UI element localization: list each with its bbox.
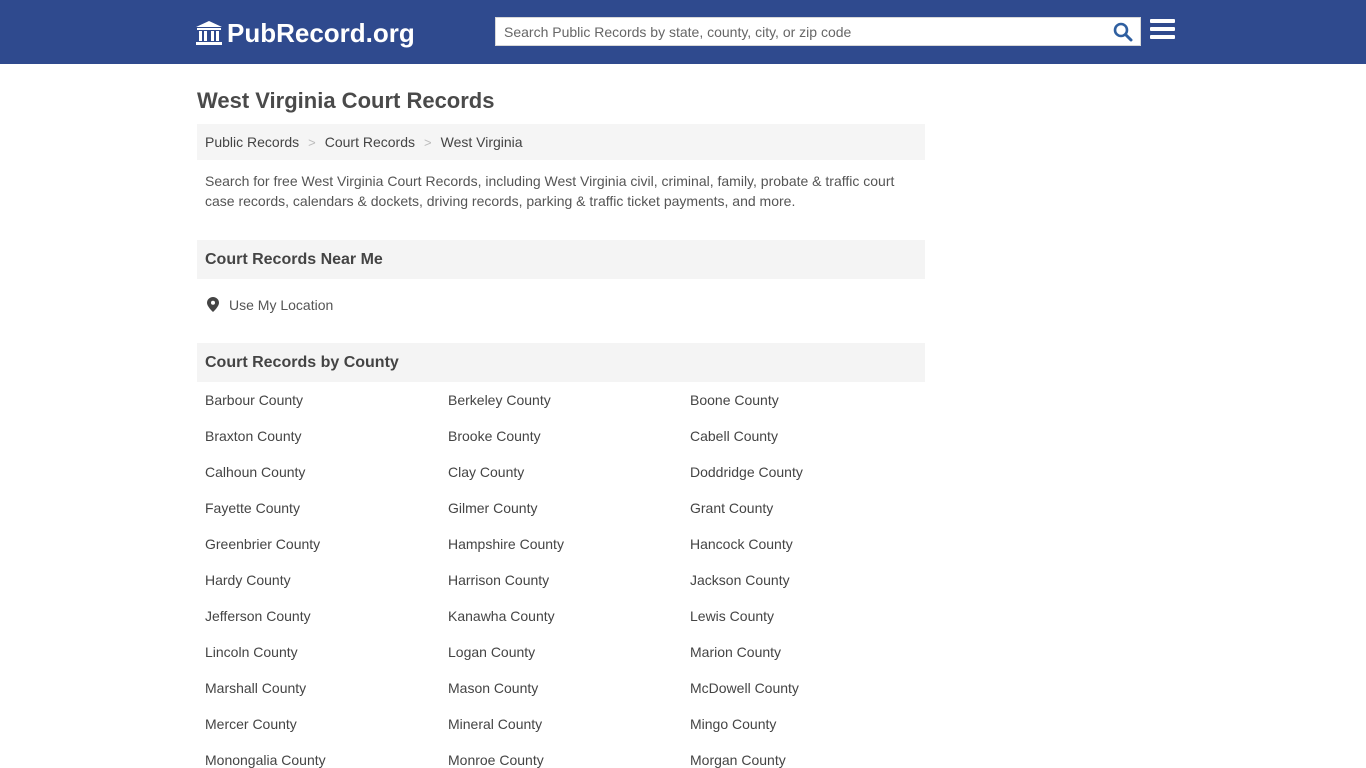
page-title: West Virginia Court Records — [197, 88, 495, 113]
search-icon[interactable] — [1112, 21, 1134, 43]
county-link[interactable]: Hardy County — [205, 572, 291, 588]
county-link[interactable]: Calhoun County — [205, 464, 305, 480]
county-link[interactable]: Brooke County — [448, 428, 541, 444]
county-link[interactable]: Kanawha County — [448, 608, 555, 624]
breadcrumb: Public Records > Court Records > West Vi… — [197, 124, 925, 160]
breadcrumb-court-records[interactable]: Court Records — [325, 134, 415, 150]
use-my-location-label: Use My Location — [229, 297, 334, 313]
county-link[interactable]: Monongalia County — [205, 752, 326, 768]
hamburger-menu-icon[interactable] — [1150, 19, 1176, 43]
county-link[interactable]: Doddridge County — [690, 464, 803, 480]
county-link[interactable]: Hancock County — [690, 536, 793, 552]
county-link[interactable]: Mercer County — [205, 716, 297, 732]
county-link[interactable]: Monroe County — [448, 752, 544, 768]
county-link[interactable]: Mason County — [448, 680, 538, 696]
county-link[interactable]: Clay County — [448, 464, 524, 480]
county-link[interactable]: McDowell County — [690, 680, 799, 696]
county-link[interactable]: Fayette County — [205, 500, 300, 516]
county-link[interactable]: Mineral County — [448, 716, 542, 732]
county-link[interactable]: Hampshire County — [448, 536, 564, 552]
county-link[interactable]: Barbour County — [205, 392, 303, 408]
county-link[interactable]: Jackson County — [690, 572, 790, 588]
county-link[interactable]: Mingo County — [690, 716, 776, 732]
county-link[interactable]: Logan County — [448, 644, 535, 660]
county-link[interactable]: Lewis County — [690, 608, 774, 624]
county-link[interactable]: Marion County — [690, 644, 781, 660]
county-link[interactable]: Jefferson County — [205, 608, 311, 624]
by-county-heading: Court Records by County — [197, 343, 925, 382]
county-link[interactable]: Grant County — [690, 500, 773, 516]
county-link[interactable]: Boone County — [690, 392, 779, 408]
county-link[interactable]: Greenbrier County — [205, 536, 320, 552]
county-link[interactable]: Morgan County — [690, 752, 786, 768]
breadcrumb-separator: > — [308, 134, 316, 150]
site-logo[interactable]: PubRecord.org — [195, 17, 415, 49]
breadcrumb-public-records[interactable]: Public Records — [205, 134, 299, 150]
courthouse-icon — [195, 20, 223, 46]
county-link[interactable]: Gilmer County — [448, 500, 537, 516]
county-link[interactable]: Braxton County — [205, 428, 302, 444]
county-link[interactable]: Cabell County — [690, 428, 778, 444]
near-me-heading: Court Records Near Me — [197, 240, 925, 279]
county-link[interactable]: Lincoln County — [205, 644, 298, 660]
map-pin-icon — [207, 297, 219, 312]
county-link[interactable]: Marshall County — [205, 680, 306, 696]
search-box — [495, 17, 1141, 46]
county-link[interactable]: Berkeley County — [448, 392, 551, 408]
logo-text: PubRecord.org — [227, 17, 415, 48]
breadcrumb-west-virginia[interactable]: West Virginia — [441, 134, 523, 150]
intro-text: Search for free West Virginia Court Reco… — [205, 173, 895, 209]
use-my-location-link[interactable]: Use My Location — [207, 297, 333, 313]
county-link[interactable]: Harrison County — [448, 572, 549, 588]
search-input[interactable] — [496, 18, 1106, 45]
site-header: PubRecord.org — [0, 0, 1366, 64]
breadcrumb-separator: > — [424, 134, 432, 150]
